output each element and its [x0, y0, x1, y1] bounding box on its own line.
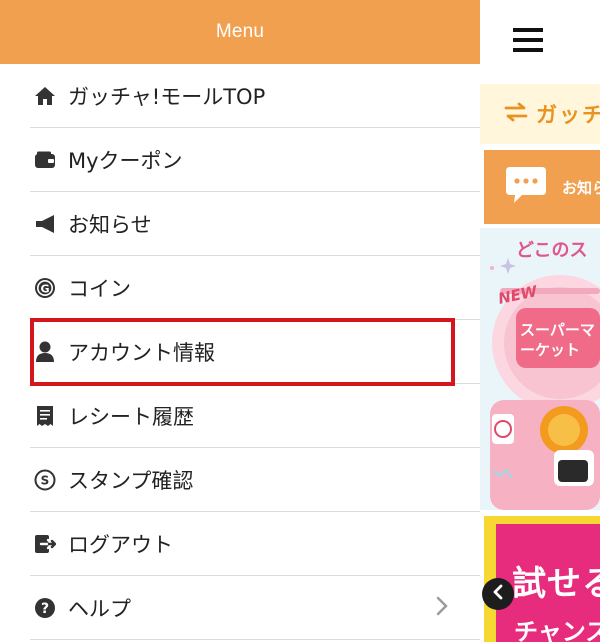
- menu-list: ガッチャ!モールTOP Myクーポン お知らせ G コイン アカウント情報 レシ…: [0, 64, 480, 640]
- notice-bar-text: お知ら: [562, 178, 600, 197]
- gacha-bar-text: ガッチ: [536, 103, 600, 127]
- banner-product-text: スーパーマーケット: [520, 321, 595, 359]
- menu-item-news[interactable]: お知らせ: [0, 192, 480, 256]
- menu-label: ログアウト: [68, 533, 173, 557]
- wallet-icon: [34, 149, 56, 171]
- side-menu-drawer: Menu ガッチャ!モールTOP Myクーポン お知らせ G コイン アカウント…: [0, 0, 480, 642]
- menu-item-logout[interactable]: ログアウト: [0, 512, 480, 576]
- megaphone-icon: [34, 213, 56, 235]
- home-icon: [34, 85, 56, 107]
- menu-label: ヘルプ: [68, 597, 131, 621]
- stamp-icon: S: [34, 469, 56, 491]
- campaign-headline: 試せる: [512, 564, 600, 604]
- drawer-header: Menu: [0, 0, 480, 64]
- menu-label: お知らせ: [68, 213, 152, 237]
- hamburger-icon[interactable]: [513, 28, 543, 54]
- svg-text:?: ?: [41, 601, 49, 617]
- notice-bar[interactable]: お知ら: [484, 150, 600, 224]
- menu-label: レシート履歴: [68, 405, 194, 429]
- svg-text:G: G: [40, 282, 49, 295]
- svg-text:S: S: [41, 474, 50, 488]
- menu-item-coin[interactable]: G コイン: [0, 256, 480, 320]
- back-button[interactable]: [482, 578, 514, 610]
- chevron-right-icon: [436, 596, 448, 620]
- receipt-icon: [34, 405, 56, 427]
- coin-icon: G: [34, 277, 56, 299]
- screen: Menu ガッチャ!モールTOP Myクーポン お知らせ G コイン アカウント…: [0, 0, 600, 642]
- gacha-machine-illustration: [490, 258, 600, 510]
- campaign-subline: チャンス: [514, 618, 600, 642]
- menu-label: スタンプ確認: [68, 469, 194, 493]
- drawer-title: Menu: [215, 21, 265, 42]
- user-icon: [34, 341, 56, 363]
- menu-label: コイン: [68, 277, 131, 301]
- menu-item-help[interactable]: ? ヘルプ: [0, 576, 480, 640]
- menu-item-receipt-history[interactable]: レシート履歴: [0, 384, 480, 448]
- menu-item-stamp-check[interactable]: S スタンプ確認: [0, 448, 480, 512]
- chat-bubble-icon: [504, 165, 548, 209]
- menu-item-top[interactable]: ガッチャ!モールTOP: [0, 64, 480, 128]
- menu-item-account-info[interactable]: アカウント情報: [0, 320, 480, 384]
- swap-arrows-icon: [504, 102, 528, 126]
- help-icon: ?: [34, 597, 56, 619]
- gacha-bar[interactable]: ガッチ: [480, 84, 600, 144]
- chevron-left-icon: [491, 584, 505, 604]
- logout-icon: [34, 533, 56, 555]
- supermarket-banner[interactable]: どこのス NEW スーパーマーケット: [480, 228, 600, 510]
- menu-label: Myクーポン: [68, 149, 183, 173]
- menu-label: アカウント情報: [68, 341, 215, 365]
- menu-label: ガッチャ!モールTOP: [68, 85, 266, 109]
- menu-item-my-coupon[interactable]: Myクーポン: [0, 128, 480, 192]
- app-content: ガッチ お知ら どこのス NEW スーパーマーケット 試せ チャンス: [480, 0, 600, 642]
